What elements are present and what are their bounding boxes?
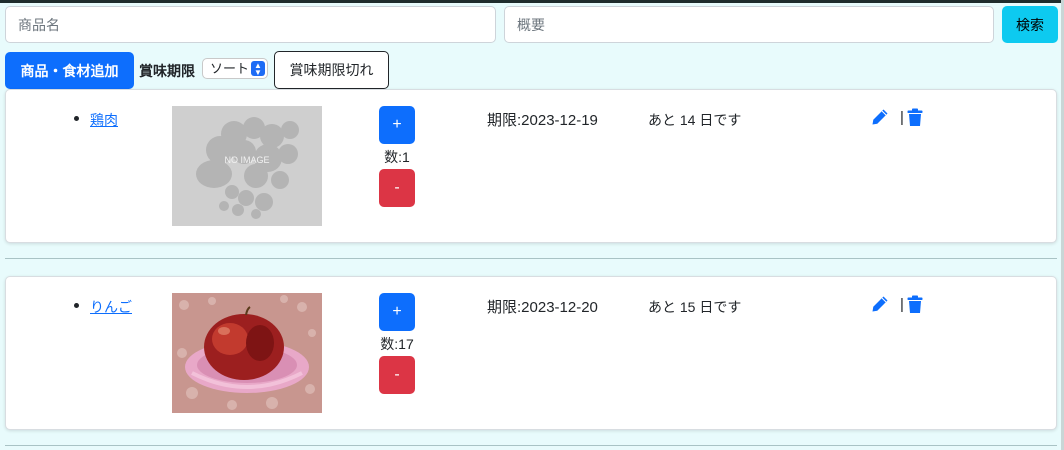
no-image-placeholder: NO IMAGE [172, 106, 322, 226]
trash-icon[interactable] [907, 295, 923, 313]
product-name-link[interactable]: りんご [90, 297, 132, 317]
expiry-date: 期限:2023-12-20 [487, 299, 598, 316]
sort-label: 賞味期限 [139, 63, 195, 79]
product-name-link[interactable]: 鶏肉 [90, 110, 118, 130]
list-bullet [74, 116, 79, 121]
expiry-date: 期限:2023-12-19 [487, 112, 598, 129]
increase-quantity-button[interactable]: + [379, 293, 415, 331]
item-divider [5, 445, 1057, 446]
item-divider [5, 258, 1057, 259]
expired-filter-button[interactable]: 賞味期限切れ [274, 51, 389, 89]
add-product-button[interactable]: 商品・食材追加 [5, 52, 134, 89]
search-bar: 検索 [5, 6, 1058, 43]
sort-select-value: ソート [210, 61, 250, 76]
product-card: 鶏肉 NO IMAGE + 数:1 - 期限:2023-12-19 あと 14 … [5, 89, 1057, 243]
action-separator: | [900, 296, 904, 313]
increase-quantity-button[interactable]: + [379, 106, 415, 144]
pencil-icon[interactable] [871, 295, 889, 313]
action-separator: | [900, 109, 904, 126]
toolbar: 商品・食材追加 賞味期限 ソート ▲ ▼ 賞味期限切れ [5, 51, 1064, 89]
window-top-strip [0, 0, 1064, 3]
chevron-up-down-icon: ▲ ▼ [251, 61, 265, 77]
pencil-icon[interactable] [871, 108, 889, 126]
apple-photo [172, 293, 322, 413]
product-image [172, 293, 322, 413]
trash-icon[interactable] [907, 108, 923, 126]
decrease-quantity-button[interactable]: - [379, 169, 415, 207]
search-button[interactable]: 検索 [1002, 6, 1058, 43]
product-name-search-input[interactable] [5, 6, 496, 43]
product-image: NO IMAGE [172, 106, 322, 226]
decrease-quantity-button[interactable]: - [379, 356, 415, 394]
quantity-label: 数:17 [380, 336, 414, 352]
sort-select[interactable]: ソート ▲ ▼ [202, 58, 268, 79]
svg-text:NO IMAGE: NO IMAGE [224, 155, 269, 165]
quantity-label: 数:1 [384, 149, 410, 165]
days-remaining: あと 14 日です [648, 112, 742, 128]
list-bullet [74, 303, 79, 308]
summary-search-input[interactable] [504, 6, 994, 43]
days-remaining: あと 15 日です [648, 299, 742, 315]
product-card: りんご + 数:17 - 期限:2023-12-20 あと 15 日です | [5, 276, 1057, 430]
